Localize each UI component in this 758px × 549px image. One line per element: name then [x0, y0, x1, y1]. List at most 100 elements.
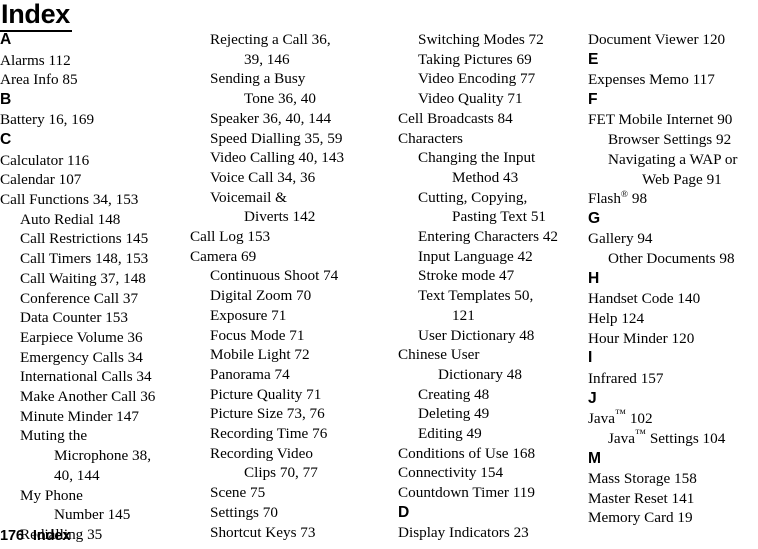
index-entry[interactable]: Muting the Microphone 38, 40, 144 — [0, 426, 182, 485]
page-title: Index — [0, 0, 73, 32]
index-letter-heading: G — [588, 209, 600, 227]
index-entry[interactable]: Video Encoding 77 — [398, 69, 580, 89]
index-entry[interactable]: Deleting 49 — [398, 404, 580, 424]
index-entry[interactable]: My Phone Number 145 — [0, 486, 182, 525]
index-entry[interactable]: Changing the Input Method 43 — [398, 148, 580, 187]
index-entry[interactable]: International Calls 34 — [0, 367, 182, 387]
index-entry[interactable]: Countdown Timer 119 — [398, 483, 580, 503]
index-entry[interactable]: Area Info 85 — [0, 70, 182, 90]
index-entry[interactable]: Creating 48 — [398, 385, 580, 405]
index-entry[interactable]: Input Language 42 — [398, 247, 580, 267]
index-entry[interactable]: Hour Minder 120 — [588, 329, 758, 349]
index-entry[interactable]: Help 124 — [588, 309, 758, 329]
index-entry[interactable]: Picture Size 73, 76 — [190, 404, 372, 424]
index-column-2: Rejecting a Call 36, 39, 146 Sending a Bu… — [190, 30, 372, 542]
index-entry[interactable]: User Dictionary 48 — [398, 326, 580, 346]
index-entry[interactable]: Chinese User Dictionary 48 — [398, 345, 580, 384]
index-entry[interactable]: Speed Dialling 35, 59 — [190, 129, 372, 149]
index-entry[interactable]: Video Quality 71 — [398, 89, 580, 109]
index-letter-heading: B — [0, 90, 12, 108]
index-entry[interactable]: Calculator 116 — [0, 151, 182, 171]
index-column-4: Document Viewer 120 E Expenses Memo 117 F FE… — [588, 30, 758, 528]
index-entry[interactable]: Characters — [398, 129, 580, 149]
index-page: Index A Alarms 112 Area Info 85 B Battery 16… — [0, 0, 758, 549]
index-column-1: A Alarms 112 Area Info 85 B Battery 16, 169 C… — [0, 30, 182, 545]
index-letter-heading: C — [0, 131, 12, 149]
index-columns: A Alarms 112 Area Info 85 B Battery 16, 169 C… — [0, 30, 758, 543]
footer-section-label: Index — [32, 528, 71, 544]
index-entry[interactable]: Expenses Memo 117 — [588, 70, 758, 90]
index-entry[interactable]: Text Templates 50, 121 — [398, 286, 580, 325]
index-entry[interactable]: FET Mobile Internet 90 — [588, 110, 758, 130]
index-entry[interactable]: Switching Modes 72 — [398, 30, 580, 50]
index-entry[interactable]: Other Documents 98 — [588, 249, 758, 269]
index-entry[interactable]: Mass Storage 158 — [588, 469, 758, 489]
index-entry[interactable]: Browser Settings 92 — [588, 130, 758, 150]
index-entry[interactable]: Master Reset 141 — [588, 489, 758, 509]
page-footer: 176 Index — [0, 528, 70, 544]
index-entry[interactable]: Infrared 157 — [588, 369, 758, 389]
index-entry[interactable]: Memory Card 19 — [588, 508, 758, 528]
index-entry[interactable]: Mobile Light 72 — [190, 345, 372, 365]
title-block: Index — [0, 0, 180, 32]
index-letter-heading: E — [588, 50, 599, 68]
index-letter-heading: H — [588, 269, 600, 287]
index-entry[interactable]: Alarms 112 — [0, 51, 182, 71]
footer-page-number: 176 — [0, 528, 24, 544]
index-entry[interactable]: Make Another Call 36 — [0, 387, 182, 407]
index-entry[interactable]: Stroke mode 47 — [398, 266, 580, 286]
index-entry[interactable]: Recording Video Clips 70, 77 — [190, 444, 372, 483]
index-entry[interactable]: Focus Mode 71 — [190, 326, 372, 346]
index-entry[interactable]: Auto Redial 148 — [0, 210, 182, 230]
index-entry[interactable]: Exposure 71 — [190, 306, 372, 326]
index-letter-heading: M — [588, 449, 601, 467]
index-entry[interactable]: Conditions of Use 168 — [398, 444, 580, 464]
index-entry[interactable]: Data Counter 153 — [0, 308, 182, 328]
index-column-3: Switching Modes 72 Taking Pictures 69 Vide… — [398, 30, 580, 543]
index-entry[interactable]: Camera 69 — [190, 247, 372, 267]
index-letter-heading: A — [0, 31, 12, 48]
index-entry[interactable]: Cell Broadcasts 84 — [398, 109, 580, 129]
index-entry[interactable]: Recording Time 76 — [190, 424, 372, 444]
index-entry[interactable]: Digital Zoom 70 — [190, 286, 372, 306]
index-entry[interactable]: Video Calling 40, 143 — [190, 148, 372, 168]
index-entry[interactable]: Panorama 74 — [190, 365, 372, 385]
index-entry[interactable]: Call Log 153 — [190, 227, 372, 247]
index-entry[interactable]: Java™ 102 — [588, 408, 758, 429]
index-entry[interactable]: Calendar 107 — [0, 170, 182, 190]
index-entry[interactable]: Cutting, Copying, Pasting Text 51 — [398, 188, 580, 227]
index-letter-heading: F — [588, 90, 598, 108]
index-entry[interactable]: Speaker 36, 40, 144 — [190, 109, 372, 129]
index-entry[interactable]: Display Indicators 23 — [398, 523, 580, 543]
index-entry[interactable]: Scene 75 — [190, 483, 372, 503]
index-letter-heading: J — [588, 389, 597, 407]
index-entry[interactable]: Handset Code 140 — [588, 289, 758, 309]
index-entry[interactable]: Settings 70 — [190, 503, 372, 523]
index-entry[interactable]: Call Restrictions 145 — [0, 229, 182, 249]
index-entry[interactable]: Shortcut Keys 73 — [190, 523, 372, 543]
index-entry[interactable]: Navigating a WAP or Web Page 91 — [588, 150, 758, 189]
index-entry[interactable]: Call Timers 148, 153 — [0, 249, 182, 269]
index-entry[interactable]: Sending a Busy Tone 36, 40 — [190, 69, 372, 108]
index-entry[interactable]: Earpiece Volume 36 — [0, 328, 182, 348]
index-entry[interactable]: Picture Quality 71 — [190, 385, 372, 405]
index-entry[interactable]: Emergency Calls 34 — [0, 348, 182, 368]
index-entry[interactable]: Gallery 94 — [588, 229, 758, 249]
index-entry[interactable]: Rejecting a Call 36, 39, 146 — [190, 30, 372, 69]
index-entry[interactable]: Minute Minder 147 — [0, 407, 182, 427]
index-entry[interactable]: Call Functions 34, 153 — [0, 190, 182, 210]
index-entry[interactable]: Flash® 98 — [588, 189, 758, 209]
index-entry[interactable]: Java™ Settings 104 — [588, 428, 758, 449]
index-entry[interactable]: Editing 49 — [398, 424, 580, 444]
index-entry[interactable]: Call Waiting 37, 148 — [0, 269, 182, 289]
index-entry[interactable]: Taking Pictures 69 — [398, 50, 580, 70]
index-letter-heading: I — [588, 349, 593, 367]
index-entry[interactable]: Conference Call 37 — [0, 289, 182, 309]
index-entry[interactable]: Document Viewer 120 — [588, 30, 758, 50]
index-entry[interactable]: Voicemail & Diverts 142 — [190, 188, 372, 227]
index-entry[interactable]: Continuous Shoot 74 — [190, 266, 372, 286]
index-entry[interactable]: Connectivity 154 — [398, 463, 580, 483]
index-entry[interactable]: Voice Call 34, 36 — [190, 168, 372, 188]
index-entry[interactable]: Battery 16, 169 — [0, 110, 182, 130]
index-entry[interactable]: Entering Characters 42 — [398, 227, 580, 247]
